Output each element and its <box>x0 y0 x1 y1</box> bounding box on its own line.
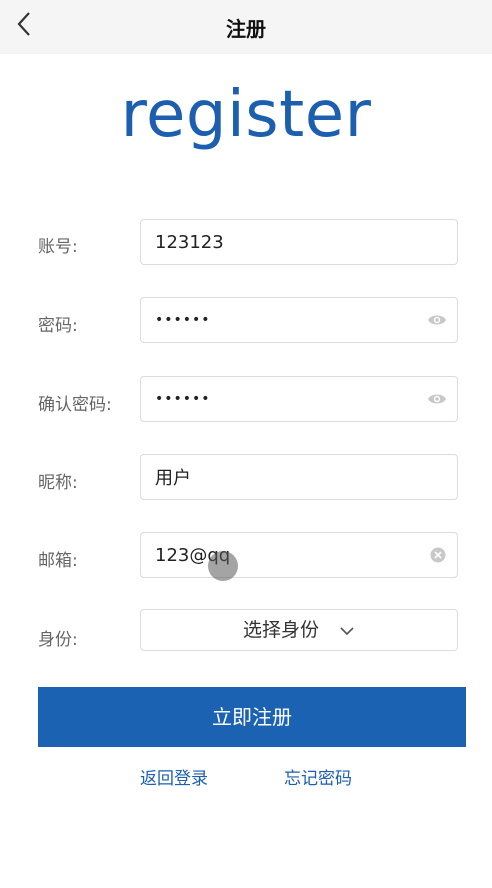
confirm-password-label: 确认密码: <box>38 395 112 415</box>
register-heading: register <box>120 78 372 152</box>
navbar: 注册 <box>0 0 492 54</box>
touch-indicator <box>208 551 238 581</box>
role-label: 身份: <box>38 630 78 650</box>
password-label: 密码: <box>38 316 78 336</box>
account-label: 账号: <box>38 237 78 257</box>
email-input[interactable] <box>155 533 425 577</box>
email-label: 邮箱: <box>38 551 78 571</box>
email-field-box <box>140 532 458 578</box>
nickname-field-box <box>140 454 458 500</box>
confirm-password-input[interactable] <box>155 377 425 421</box>
eye-icon[interactable] <box>427 391 447 407</box>
password-field-box <box>140 297 458 343</box>
confirm-password-field-box <box>140 376 458 422</box>
clear-icon[interactable] <box>430 547 446 563</box>
role-select-text: 选择身份 <box>242 619 319 641</box>
role-select[interactable]: 选择身份 <box>140 609 458 651</box>
password-input[interactable] <box>155 298 425 342</box>
chevron-down-icon <box>340 626 354 635</box>
account-input[interactable] <box>155 220 425 264</box>
page-title: 注册 <box>226 17 266 41</box>
eye-icon[interactable] <box>427 312 447 328</box>
nickname-label: 昵称: <box>38 473 78 493</box>
forgot-password-link[interactable]: 忘记密码 <box>284 764 352 789</box>
account-field-box <box>140 219 458 265</box>
nickname-input[interactable] <box>155 455 425 499</box>
back-to-login-link[interactable]: 返回登录 <box>140 764 208 789</box>
register-button[interactable]: 立即注册 <box>38 687 466 747</box>
